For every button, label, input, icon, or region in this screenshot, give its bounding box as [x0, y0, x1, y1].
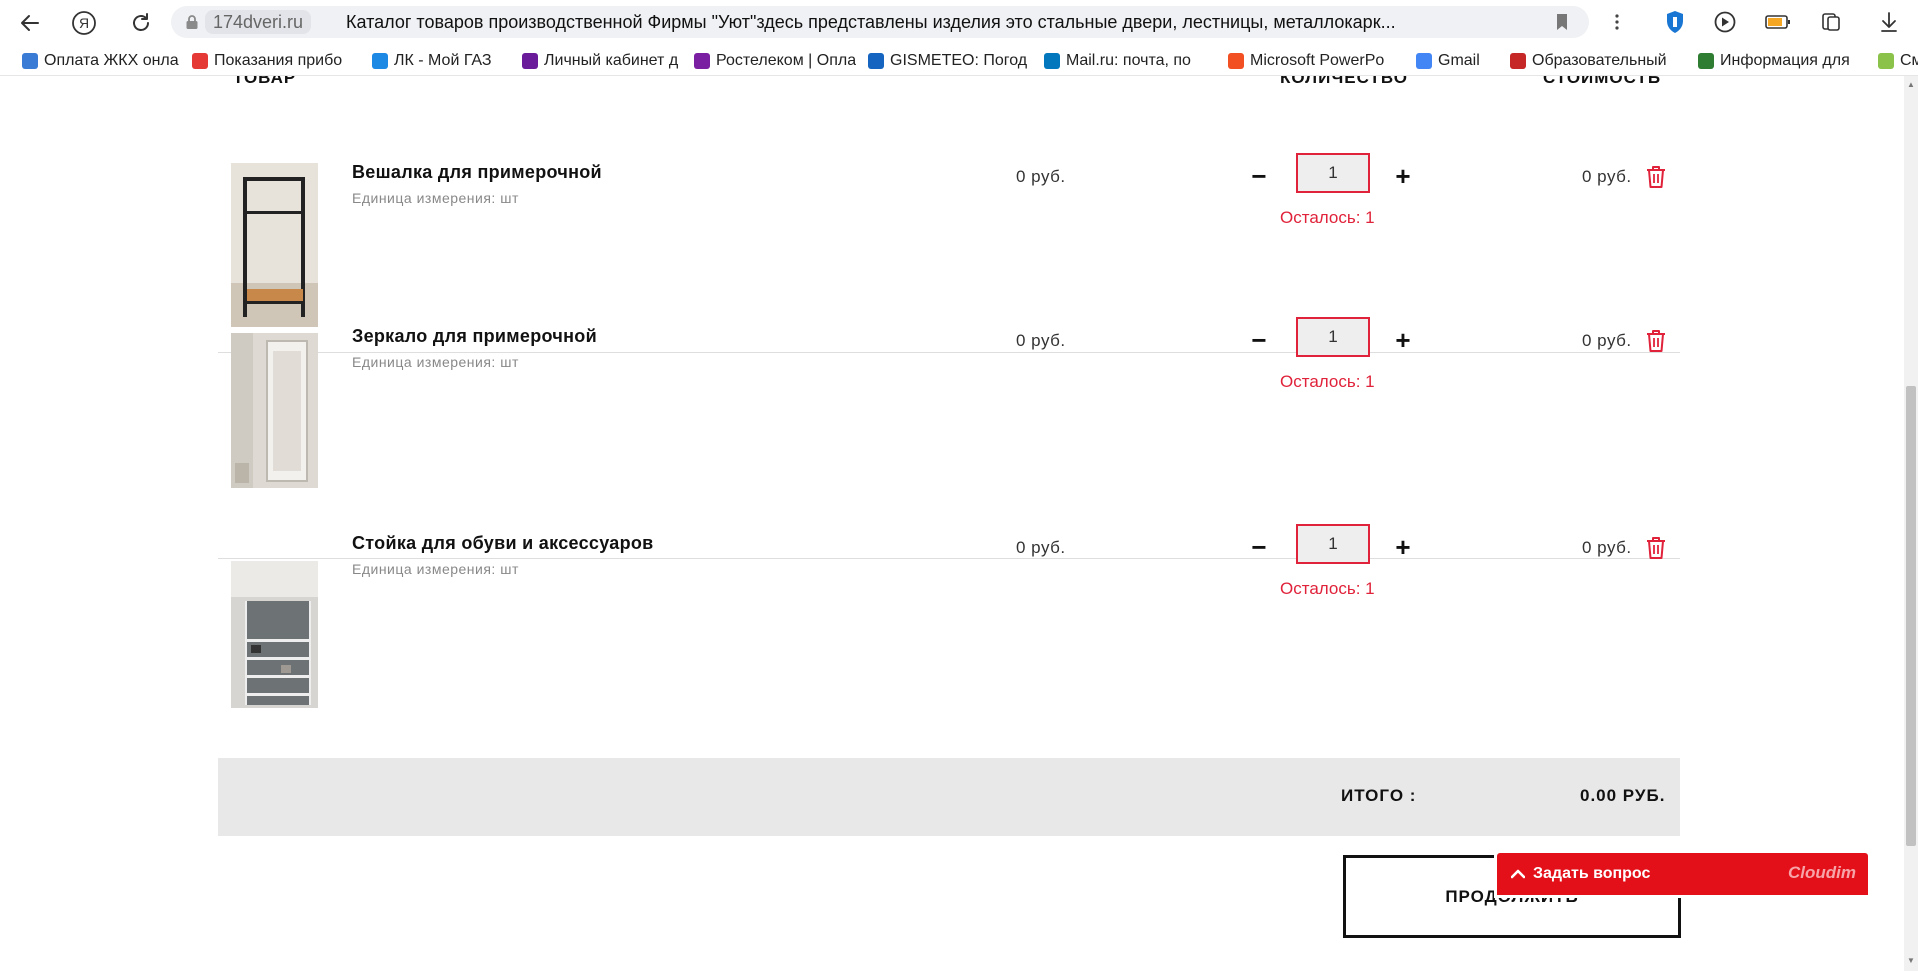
- qty-increase-button[interactable]: +: [1390, 534, 1416, 560]
- bookmark-label: GISMETEO: Погод: [890, 51, 1028, 69]
- cart-item-row: Стойка для обуви и аксессуаров Единица и…: [218, 524, 1680, 758]
- summary-total: 0.00 РУБ.: [1580, 786, 1666, 805]
- battery-saver-icon[interactable]: [1764, 8, 1792, 36]
- stock-remaining: Осталось: 1: [1280, 579, 1375, 598]
- stock-remaining: Осталось: 1: [1280, 208, 1375, 227]
- bookmark-item[interactable]: GISMETEO: Погод: [868, 45, 1034, 75]
- collections-icon[interactable]: [1817, 8, 1845, 36]
- bookmark-favicon-icon: [868, 52, 884, 69]
- bookmarks-bar: Оплата ЖКХ онла Показания прибо ЛК - Мой Г…: [0, 45, 1918, 76]
- media-play-icon[interactable]: [1711, 8, 1739, 36]
- chevron-up-icon: [1510, 866, 1526, 882]
- bookmark-item[interactable]: Образовательный: [1510, 45, 1688, 75]
- bookmark-favicon-icon: [372, 52, 388, 69]
- product-unit: Единица измерения: шт: [352, 561, 519, 577]
- trash-icon[interactable]: [1644, 164, 1668, 190]
- product-total: 0 руб.: [1582, 331, 1632, 350]
- bookmark-favicon-icon: [1416, 52, 1432, 69]
- bookmark-label: См: [1900, 51, 1918, 69]
- scroll-up-arrow-icon[interactable]: ▲: [1906, 80, 1916, 90]
- bookmark-item[interactable]: Показания прибо: [192, 45, 362, 75]
- bookmark-item[interactable]: Личный кабинет д: [522, 45, 684, 75]
- qty-input[interactable]: [1296, 317, 1370, 357]
- chat-widget[interactable]: Задать вопрос Cloudim: [1497, 853, 1868, 895]
- summary-label: ИТОГО :: [1341, 786, 1417, 805]
- qty-increase-button[interactable]: +: [1390, 163, 1416, 189]
- scroll-down-arrow-icon[interactable]: ▼: [1906, 956, 1916, 966]
- cart-page: ТОВАР КОЛИЧЕСТВО СТОИМОСТЬ Вешалка для п…: [0, 76, 1904, 971]
- bookmark-favicon-icon: [1044, 52, 1060, 69]
- product-total: 0 руб.: [1582, 167, 1632, 186]
- bookmark-favicon-icon: [1510, 52, 1526, 69]
- browser-toolbar: Я 174dveri.ru Каталог товаров производст…: [0, 0, 1918, 45]
- password-manager-icon[interactable]: [1661, 8, 1689, 36]
- bookmark-item[interactable]: Оплата ЖКХ онла: [22, 45, 182, 75]
- product-name[interactable]: Зеркало для примерочной: [352, 326, 597, 347]
- bookmark-item[interactable]: Gmail: [1416, 45, 1500, 75]
- bookmark-favicon-icon: [1228, 52, 1244, 69]
- bookmark-favicon-icon: [22, 52, 38, 69]
- lock-icon[interactable]: [183, 13, 201, 31]
- cart-summary: ИТОГО : 0.00 РУБ.: [218, 758, 1680, 836]
- bookmark-item[interactable]: См: [1878, 45, 1918, 75]
- product-image-shoe-rack[interactable]: [231, 561, 318, 708]
- cart-item-row: Зеркало для примерочной Единица измерени…: [218, 317, 1680, 558]
- page-title-text: Каталог товаров производственной Фирмы "…: [346, 12, 1396, 32]
- product-image-mirror[interactable]: [231, 333, 318, 488]
- cart-item-row: Вешалка для примерочной Единица измерени…: [218, 76, 1680, 346]
- product-price: 0 руб.: [1016, 331, 1066, 350]
- bookmark-favicon-icon: [522, 52, 538, 69]
- domain-chip[interactable]: 174dveri.ru: [205, 10, 312, 34]
- bookmark-label: Оплата ЖКХ онла: [44, 51, 179, 69]
- reload-icon[interactable]: [121, 3, 161, 43]
- product-name[interactable]: Стойка для обуви и аксессуаров: [352, 533, 654, 554]
- svg-text:Я: Я: [79, 15, 89, 31]
- qty-input[interactable]: [1296, 524, 1370, 564]
- bookmark-label: Mail.ru: почта, по: [1066, 51, 1191, 69]
- address-bar[interactable]: 174dveri.ru Каталог товаров производстве…: [171, 6, 1589, 38]
- qty-input[interactable]: [1296, 153, 1370, 193]
- more-options-icon[interactable]: [1603, 8, 1631, 36]
- bookmark-favicon-icon: [694, 52, 710, 69]
- bookmark-favicon-icon: [1698, 52, 1714, 69]
- product-name[interactable]: Вешалка для примерочной: [352, 162, 602, 183]
- bookmark-favicon-icon: [192, 52, 208, 69]
- bookmark-flag-icon[interactable]: [1555, 13, 1573, 31]
- trash-icon[interactable]: [1644, 328, 1668, 354]
- scrollbar-thumb[interactable]: [1906, 386, 1916, 846]
- trash-icon[interactable]: [1644, 535, 1668, 561]
- page-scrollbar[interactable]: ▲ ▼: [1904, 76, 1918, 971]
- qty-decrease-button[interactable]: −: [1246, 163, 1272, 189]
- product-price: 0 руб.: [1016, 167, 1066, 186]
- bookmark-label: Microsoft PowerPo: [1250, 51, 1385, 69]
- bookmark-label: ЛК - Мой ГАЗ: [394, 51, 492, 69]
- stock-remaining: Осталось: 1: [1280, 372, 1375, 391]
- product-total: 0 руб.: [1582, 538, 1632, 557]
- bookmark-item[interactable]: Информация для: [1698, 45, 1868, 75]
- bookmark-item[interactable]: Microsoft PowerPo: [1228, 45, 1406, 75]
- bookmark-item[interactable]: Ростелеком | Опла: [694, 45, 858, 75]
- bookmark-label: Gmail: [1438, 51, 1480, 69]
- product-image-hanger[interactable]: [231, 163, 318, 327]
- bookmark-label: Ростелеком | Опла: [716, 51, 857, 69]
- bookmark-item[interactable]: ЛК - Мой ГАЗ: [372, 45, 512, 75]
- qty-decrease-button[interactable]: −: [1246, 327, 1272, 353]
- download-icon[interactable]: [1875, 8, 1903, 36]
- chat-widget-brand: Cloudim: [1788, 863, 1856, 882]
- bookmark-label: Личный кабинет д: [544, 51, 679, 69]
- bookmark-label: Показания прибо: [214, 51, 343, 69]
- yandex-logo-icon[interactable]: Я: [64, 3, 104, 43]
- bookmark-item[interactable]: Mail.ru: почта, по: [1044, 45, 1218, 75]
- qty-increase-button[interactable]: +: [1390, 327, 1416, 353]
- qty-decrease-button[interactable]: −: [1246, 534, 1272, 560]
- product-price: 0 руб.: [1016, 538, 1066, 557]
- chat-widget-label[interactable]: Задать вопрос: [1533, 865, 1650, 883]
- bookmark-label: Образовательный: [1532, 51, 1667, 69]
- back-arrow-icon[interactable]: [10, 3, 50, 43]
- bookmark-favicon-icon: [1878, 52, 1894, 69]
- product-unit: Единица измерения: шт: [352, 354, 519, 370]
- bookmark-label: Информация для: [1720, 51, 1850, 69]
- product-unit: Единица измерения: шт: [352, 190, 519, 206]
